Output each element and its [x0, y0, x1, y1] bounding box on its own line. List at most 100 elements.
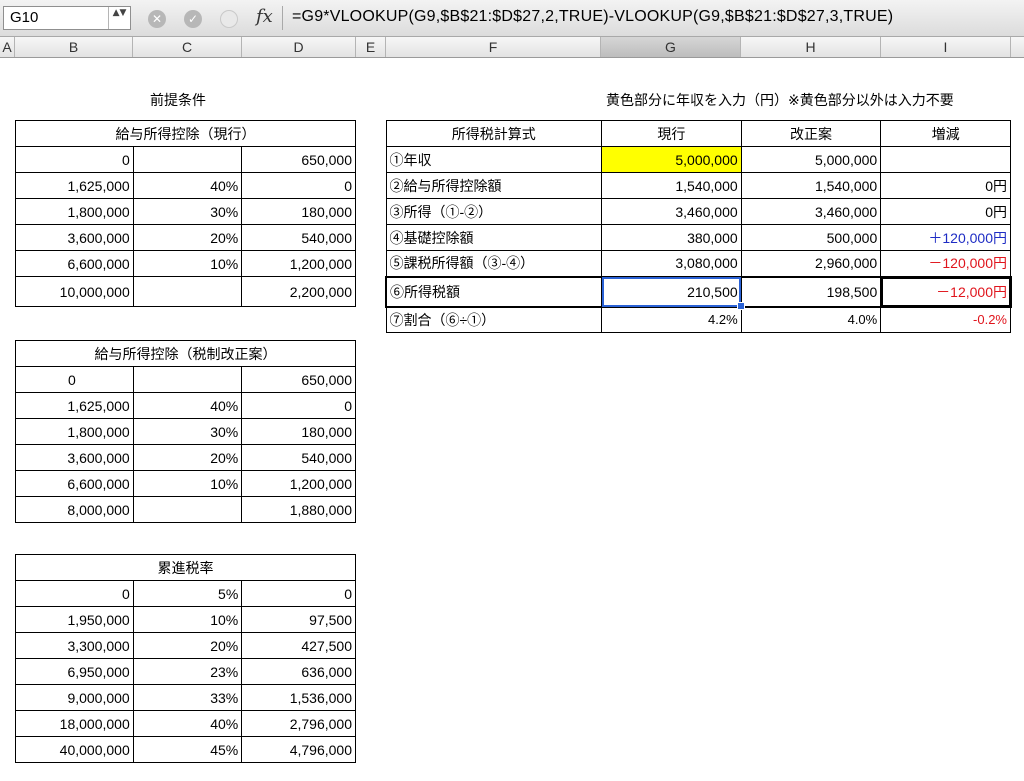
cell[interactable]: 30% [132, 418, 243, 445]
column-header-e[interactable]: E [356, 37, 386, 57]
cell[interactable]: 40,000,000 [15, 736, 134, 763]
cell[interactable]: 500,000 [740, 224, 882, 251]
cell[interactable]: 2,796,000 [241, 710, 356, 737]
column-header-a[interactable]: A [0, 37, 15, 57]
cell[interactable]: 540,000 [241, 224, 356, 251]
cell[interactable]: 33% [132, 684, 243, 711]
cell[interactable]: 4.2% [601, 306, 742, 333]
cell[interactable]: 636,000 [241, 658, 356, 685]
name-box[interactable]: G10 ▲▼ [3, 6, 131, 30]
cell[interactable]: 40% [132, 392, 243, 419]
cell[interactable]: 427,500 [241, 632, 356, 659]
cell[interactable]: 3,460,000 [740, 198, 882, 225]
cell[interactable]: -0.2% [880, 306, 1011, 333]
column-header-b[interactable]: B [15, 37, 133, 57]
column-header-h[interactable]: H [741, 37, 881, 57]
cell[interactable]: 0 [15, 366, 134, 393]
income-tax-current-cell[interactable]: 210,500 [601, 275, 745, 310]
cell[interactable]: 1,880,000 [241, 496, 356, 523]
row-label[interactable]: ④基礎控除額 [385, 224, 603, 251]
column-header-c[interactable]: C [133, 37, 242, 57]
cancel-icon[interactable]: ✕ [148, 10, 166, 28]
cell[interactable]: 2,960,000 [740, 250, 882, 277]
column-header-f[interactable]: F [386, 37, 601, 57]
cell[interactable]: 1,625,000 [15, 392, 134, 419]
cell[interactable]: 6,950,000 [15, 658, 134, 685]
cell[interactable]: 3,600,000 [15, 444, 134, 471]
cell[interactable]: 23% [132, 658, 243, 685]
cell[interactable]: 97,500 [241, 606, 356, 633]
cell[interactable]: 4.0% [740, 306, 882, 333]
cell[interactable]: 0円 [880, 172, 1011, 199]
cell[interactable]: 5% [132, 580, 243, 607]
cell[interactable]: 650,000 [241, 146, 356, 173]
cell[interactable]: 20% [132, 632, 243, 659]
cell[interactable]: 30% [132, 198, 243, 225]
column-header-g[interactable]: G [601, 37, 741, 57]
cell[interactable]: 20% [132, 444, 243, 471]
cell[interactable]: 3,300,000 [15, 632, 134, 659]
cell[interactable]: 40% [132, 172, 243, 199]
cell[interactable]: 45% [132, 736, 243, 763]
cell[interactable]: 540,000 [241, 444, 356, 471]
cell[interactable]: 4,796,000 [241, 736, 356, 763]
cell[interactable]: 1,625,000 [15, 172, 134, 199]
cell[interactable]: 0 [241, 172, 356, 199]
cell[interactable]: 10% [132, 470, 243, 497]
column-header-i[interactable]: I [881, 37, 1011, 57]
cell[interactable]: 6,600,000 [15, 470, 134, 497]
cell[interactable]: 18,000,000 [15, 710, 134, 737]
cell[interactable]: 0 [15, 580, 134, 607]
cell[interactable]: 180,000 [241, 418, 356, 445]
row-label[interactable]: ②給与所得控除額 [385, 172, 603, 199]
cell[interactable]: 380,000 [601, 224, 742, 251]
cell[interactable]: 0 [241, 392, 356, 419]
cell[interactable] [880, 146, 1011, 173]
row-label-annual-income[interactable]: ①年収 [385, 146, 603, 173]
cell[interactable]: 3,080,000 [601, 250, 742, 277]
cell[interactable]: 5,000,000 [740, 146, 882, 173]
row-label[interactable]: ⑦割合（⑥÷①） [385, 306, 603, 333]
cell[interactable]: 1,536,000 [241, 684, 356, 711]
cell[interactable]: 0 [15, 146, 134, 173]
cell[interactable]: 1,540,000 [740, 172, 882, 199]
cell[interactable] [132, 146, 243, 173]
cell[interactable]: 1,950,000 [15, 606, 134, 633]
fx-icon[interactable]: fx [256, 6, 273, 27]
column-header-d[interactable]: D [242, 37, 356, 57]
cell[interactable]: 1,800,000 [15, 198, 134, 225]
cell[interactable]: 0 [241, 580, 356, 607]
cell[interactable] [132, 366, 243, 393]
cell[interactable]: －12,000円 [879, 275, 1012, 308]
formula-input[interactable]: =G9*VLOOKUP(G9,$B$21:$D$27,2,TRUE)-VLOOK… [292, 8, 893, 26]
enter-icon[interactable]: ✓ [184, 10, 202, 28]
cell[interactable]: 6,600,000 [15, 250, 134, 277]
name-box-stepper-icon[interactable]: ▲▼ [108, 7, 130, 29]
cell[interactable]: 10% [132, 250, 243, 277]
cell[interactable] [132, 496, 243, 523]
row-label[interactable]: ⑤課税所得額（③-④） [385, 250, 603, 277]
cell[interactable]: 8,000,000 [15, 496, 134, 523]
cell[interactable]: 40% [132, 710, 243, 737]
annual-income-input[interactable]: 5,000,000 [601, 146, 742, 173]
cell[interactable]: 10% [132, 606, 243, 633]
cell[interactable]: －120,000円 [880, 250, 1011, 277]
cell[interactable] [132, 276, 243, 307]
row-label[interactable]: ⑥所得税額 [385, 275, 603, 308]
row-label[interactable]: ③所得（①-②） [385, 198, 603, 225]
cell[interactable]: 10,000,000 [15, 276, 134, 307]
fill-handle[interactable] [736, 301, 745, 310]
cell[interactable]: 650,000 [241, 366, 356, 393]
cell[interactable]: 180,000 [241, 198, 356, 225]
cell[interactable]: 3,460,000 [601, 198, 742, 225]
cell[interactable]: 3,600,000 [15, 224, 134, 251]
cell[interactable]: 1,200,000 [241, 250, 356, 277]
cell[interactable]: ＋120,000円 [880, 224, 1011, 251]
cell[interactable]: 198,500 [740, 275, 882, 308]
cell[interactable]: 20% [132, 224, 243, 251]
cell[interactable]: 1,540,000 [601, 172, 742, 199]
cell[interactable]: 1,800,000 [15, 418, 134, 445]
cell[interactable]: 2,200,000 [241, 276, 356, 307]
cell[interactable]: 1,200,000 [241, 470, 356, 497]
cell[interactable]: 0円 [880, 198, 1011, 225]
